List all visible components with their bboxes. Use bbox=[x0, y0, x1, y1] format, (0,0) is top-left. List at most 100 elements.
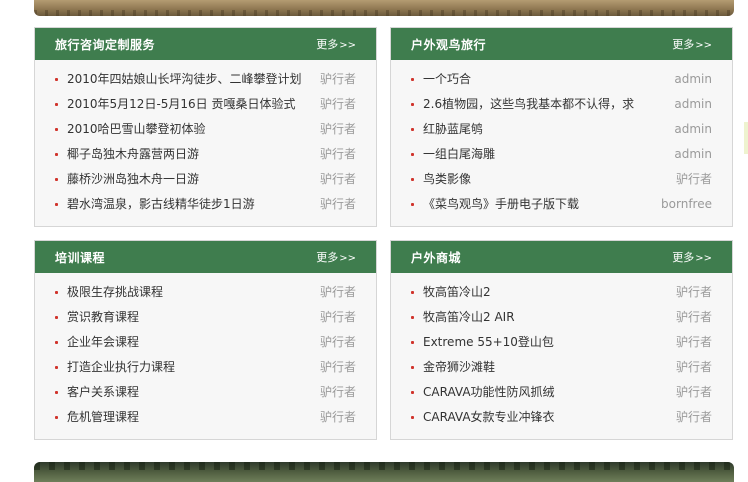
bullet-icon bbox=[55, 341, 58, 344]
list-item: 危机管理课程 驴行者 bbox=[35, 405, 376, 430]
more-link[interactable]: 更多>> bbox=[672, 36, 712, 52]
article-author: admin bbox=[674, 72, 712, 86]
bullet-icon bbox=[411, 178, 414, 181]
panel-title: 户外观鸟旅行 bbox=[411, 38, 487, 52]
bullet-icon bbox=[55, 203, 58, 206]
double-chevron-right-icon: >> bbox=[695, 40, 712, 51]
article-author: 驴行者 bbox=[319, 122, 356, 136]
panel-training-courses: 培训课程 更多>> 极限生存挑战课程 驴行者 赏识教育课程 驴行者 企业年会课程 驴行… bbox=[34, 240, 377, 440]
article-author: admin bbox=[674, 122, 712, 136]
article-link[interactable]: 2010年四姑娘山长坪沟徒步、二峰攀登计划 bbox=[67, 67, 302, 92]
panel-title: 户外商城 bbox=[411, 251, 462, 265]
bullet-icon bbox=[55, 103, 58, 106]
article-author: 驴行者 bbox=[319, 172, 356, 186]
article-author: 驴行者 bbox=[319, 360, 356, 374]
article-link[interactable]: 极限生存挑战课程 bbox=[67, 280, 163, 305]
article-author: 驴行者 bbox=[319, 285, 356, 299]
double-chevron-right-icon: >> bbox=[695, 253, 712, 264]
edge-fragment bbox=[744, 122, 748, 154]
article-link[interactable]: 一个巧合 bbox=[423, 67, 471, 92]
list-item: 碧水湾温泉，影古线精华徒步1日游 驴行者 bbox=[35, 192, 376, 217]
bullet-icon bbox=[411, 366, 414, 369]
bullet-icon bbox=[411, 78, 414, 81]
article-link[interactable]: 碧水湾温泉，影古线精华徒步1日游 bbox=[67, 192, 255, 217]
list-item: Extreme 55+10登山包 驴行者 bbox=[391, 330, 732, 355]
article-author: 驴行者 bbox=[675, 310, 712, 324]
list-item: 2010年5月12日-5月16日 贡嘎桑日体验式 驴行者 bbox=[35, 92, 376, 117]
article-author: 驴行者 bbox=[319, 310, 356, 324]
article-author: 驴行者 bbox=[319, 147, 356, 161]
article-author: 驴行者 bbox=[675, 285, 712, 299]
bullet-icon bbox=[411, 128, 414, 131]
bullet-icon bbox=[411, 203, 414, 206]
article-author: 驴行者 bbox=[319, 410, 356, 424]
list-item: 鸟类影像 驴行者 bbox=[391, 167, 732, 192]
article-author: 驴行者 bbox=[675, 410, 712, 424]
article-author: 驴行者 bbox=[675, 172, 712, 186]
article-link[interactable]: 危机管理课程 bbox=[67, 405, 139, 430]
article-link[interactable]: 一组白尾海雕 bbox=[423, 142, 495, 167]
list-item: 赏识教育课程 驴行者 bbox=[35, 305, 376, 330]
panel-header: 旅行咨询定制服务 更多>> bbox=[35, 28, 376, 60]
list-item: CARAVA女款专业冲锋衣 驴行者 bbox=[391, 405, 732, 430]
bullet-icon bbox=[411, 153, 414, 156]
article-link[interactable]: 2010哈巴雪山攀登初体验 bbox=[67, 117, 206, 142]
list-item: 牧高笛冷山2 AIR 驴行者 bbox=[391, 305, 732, 330]
panel-header: 户外商城 更多>> bbox=[391, 241, 732, 273]
bullet-icon bbox=[411, 103, 414, 106]
article-link[interactable]: 金帝狮沙滩鞋 bbox=[423, 355, 495, 380]
list-item: 2010哈巴雪山攀登初体验 驴行者 bbox=[35, 117, 376, 142]
article-link[interactable]: CARAVA女款专业冲锋衣 bbox=[423, 405, 555, 430]
article-link[interactable]: 客户关系课程 bbox=[67, 380, 139, 405]
bullet-icon bbox=[411, 416, 414, 419]
list-item: 牧高笛冷山2 驴行者 bbox=[391, 280, 732, 305]
panel-outdoor-shop: 户外商城 更多>> 牧高笛冷山2 驴行者 牧高笛冷山2 AIR 驴行者 Extrem… bbox=[390, 240, 733, 440]
more-link[interactable]: 更多>> bbox=[316, 249, 356, 265]
article-author: 驴行者 bbox=[319, 335, 356, 349]
article-link[interactable]: 椰子岛独木舟露营两日游 bbox=[67, 142, 199, 167]
bottom-banner-image bbox=[34, 462, 734, 482]
article-link[interactable]: 鸟类影像 bbox=[423, 167, 471, 192]
article-link[interactable]: 红胁蓝尾鸲 bbox=[423, 117, 483, 142]
list-item: 《菜鸟观鸟》手册电子版下载 bornfree bbox=[391, 192, 732, 217]
list-item: 打造企业执行力课程 驴行者 bbox=[35, 355, 376, 380]
panel-travel-consulting: 旅行咨询定制服务 更多>> 2010年四姑娘山长坪沟徒步、二峰攀登计划 驴行者 2… bbox=[34, 27, 377, 227]
double-chevron-right-icon: >> bbox=[339, 40, 356, 51]
bullet-icon bbox=[55, 316, 58, 319]
article-author: 驴行者 bbox=[319, 197, 356, 211]
bullet-icon bbox=[411, 316, 414, 319]
article-author: 驴行者 bbox=[319, 72, 356, 86]
article-link[interactable]: 企业年会课程 bbox=[67, 330, 139, 355]
bullet-icon bbox=[55, 128, 58, 131]
article-list: 牧高笛冷山2 驴行者 牧高笛冷山2 AIR 驴行者 Extreme 55+10登山包… bbox=[391, 280, 732, 430]
bullet-icon bbox=[411, 291, 414, 294]
article-link[interactable]: 藤桥沙洲岛独木舟一日游 bbox=[67, 167, 199, 192]
article-list: 2010年四姑娘山长坪沟徒步、二峰攀登计划 驴行者 2010年5月12日-5月16… bbox=[35, 67, 376, 217]
panel-title: 培训课程 bbox=[55, 251, 106, 265]
article-author: 驴行者 bbox=[675, 385, 712, 399]
top-banner-image bbox=[34, 0, 734, 16]
article-link[interactable]: 2.6植物园，这些鸟我基本都不认得，求 bbox=[423, 92, 634, 117]
article-link[interactable]: 牧高笛冷山2 AIR bbox=[423, 305, 515, 330]
more-link[interactable]: 更多>> bbox=[672, 249, 712, 265]
bullet-icon bbox=[55, 78, 58, 81]
article-link[interactable]: 《菜鸟观鸟》手册电子版下载 bbox=[423, 192, 579, 217]
bullet-icon bbox=[55, 391, 58, 394]
article-link[interactable]: 牧高笛冷山2 bbox=[423, 280, 491, 305]
article-author: 驴行者 bbox=[319, 97, 356, 111]
article-link[interactable]: 打造企业执行力课程 bbox=[67, 355, 175, 380]
panel-birdwatching: 户外观鸟旅行 更多>> 一个巧合 admin 2.6植物园，这些鸟我基本都不认得，… bbox=[390, 27, 733, 227]
more-link[interactable]: 更多>> bbox=[316, 36, 356, 52]
article-author: admin bbox=[674, 97, 712, 111]
list-item: 极限生存挑战课程 驴行者 bbox=[35, 280, 376, 305]
list-item: 一个巧合 admin bbox=[391, 67, 732, 92]
article-link[interactable]: 2010年5月12日-5月16日 贡嘎桑日体验式 bbox=[67, 92, 296, 117]
article-link[interactable]: 赏识教育课程 bbox=[67, 305, 139, 330]
article-link[interactable]: CARAVA功能性防风抓绒 bbox=[423, 380, 555, 405]
article-list: 一个巧合 admin 2.6植物园，这些鸟我基本都不认得，求 admin 红胁蓝尾鸲… bbox=[391, 67, 732, 217]
list-item: CARAVA功能性防风抓绒 驴行者 bbox=[391, 380, 732, 405]
article-link[interactable]: Extreme 55+10登山包 bbox=[423, 330, 554, 355]
article-author: 驴行者 bbox=[675, 335, 712, 349]
list-item: 2010年四姑娘山长坪沟徒步、二峰攀登计划 驴行者 bbox=[35, 67, 376, 92]
list-item: 2.6植物园，这些鸟我基本都不认得，求 admin bbox=[391, 92, 732, 117]
